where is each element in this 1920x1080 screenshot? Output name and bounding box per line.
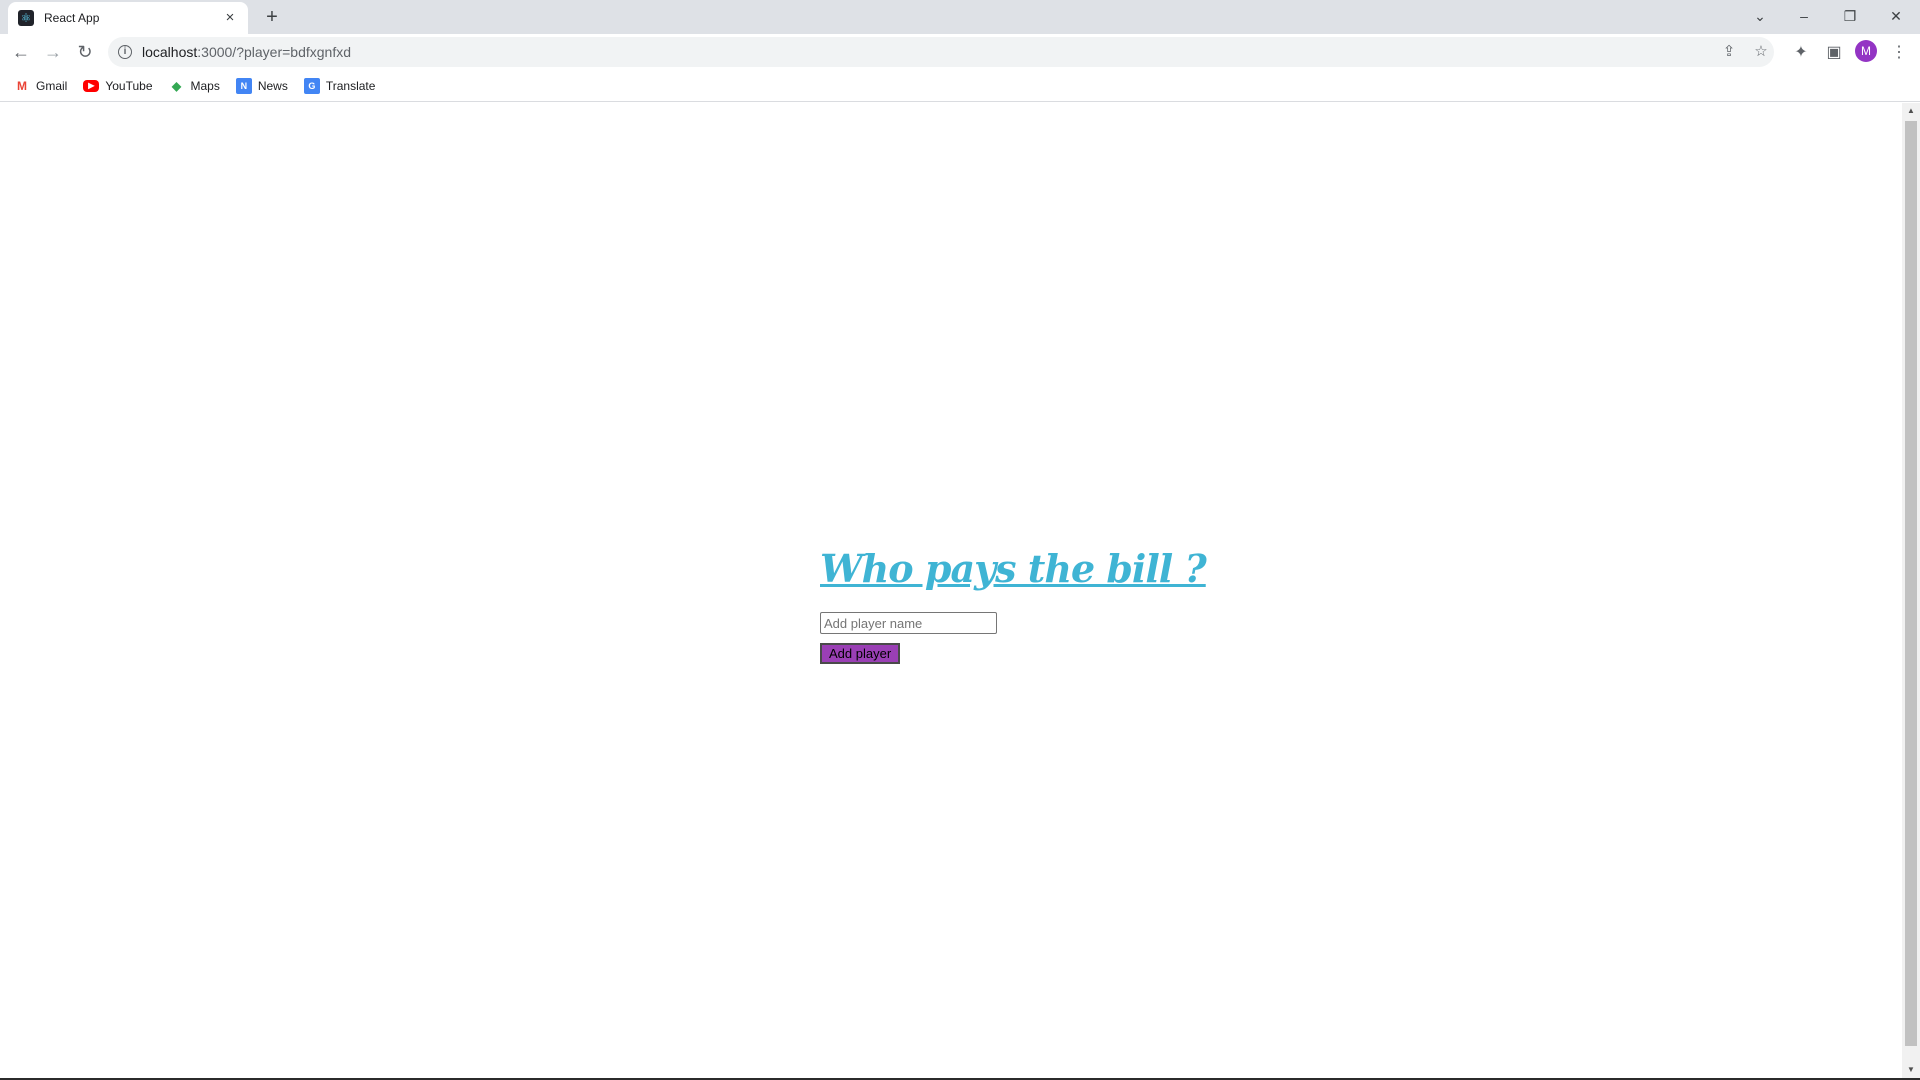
minimize-button[interactable]: –: [1784, 4, 1824, 28]
react-logo-icon: ⚛: [18, 10, 34, 26]
side-panel-icon[interactable]: ▣: [1823, 42, 1845, 64]
app-container: Who pays the bill ? Add player: [820, 546, 1207, 664]
address-bar[interactable]: i localhost:3000/?player=bdfxgnfxd ⇪ ☆: [108, 37, 1774, 67]
reload-button[interactable]: ↻: [72, 39, 98, 65]
bookmark-youtube[interactable]: ▶ YouTube: [83, 74, 153, 98]
window-close-button[interactable]: ✕: [1876, 4, 1916, 28]
extensions-icon[interactable]: ✦: [1790, 42, 1812, 64]
page-viewport: Who pays the bill ? Add player: [0, 103, 1902, 1080]
youtube-icon: ▶: [83, 79, 100, 92]
player-name-input[interactable]: [820, 612, 997, 634]
bookmark-label: Gmail: [36, 78, 68, 93]
menu-icon[interactable]: ⋮: [1888, 42, 1910, 64]
gmail-icon: M: [17, 78, 27, 93]
scroll-thumb[interactable]: [1905, 121, 1917, 1046]
restore-button[interactable]: ❐: [1830, 4, 1870, 28]
page-title: Who pays the bill ?: [820, 546, 1207, 591]
url-path: :3000/?player=bdfxgnfxd: [197, 44, 351, 60]
tab-search-icon[interactable]: ⌄: [1740, 4, 1780, 28]
bookmark-gmail[interactable]: M Gmail: [14, 74, 67, 98]
new-tab-button[interactable]: +: [260, 5, 284, 29]
site-info-icon[interactable]: i: [118, 45, 132, 59]
close-tab-icon[interactable]: ×: [222, 10, 238, 26]
profile-avatar[interactable]: M: [1855, 40, 1877, 62]
tab-strip: ⚛ React App × + ⌄ – ❐ ✕: [0, 0, 1920, 34]
bookmark-label: YouTube: [105, 78, 153, 93]
browser-toolbar: ← → ↻ i localhost:3000/?player=bdfxgnfxd…: [0, 34, 1920, 70]
bookmark-translate[interactable]: G Translate: [303, 74, 376, 98]
maps-icon: ◆: [171, 78, 182, 93]
bookmarks-bar: M Gmail ▶ YouTube ◆ Maps N News G Transl…: [0, 70, 1920, 102]
bookmark-label: News: [257, 78, 288, 93]
browser-tab[interactable]: ⚛ React App ×: [8, 2, 248, 34]
bookmark-label: Maps: [190, 78, 220, 93]
add-player-button[interactable]: Add player: [820, 643, 901, 664]
vertical-scrollbar[interactable]: ▲ ▼: [1902, 103, 1920, 1080]
url-text[interactable]: localhost:3000/?player=bdfxgnfxd: [142, 44, 351, 60]
bookmark-star-icon[interactable]: ☆: [1752, 43, 1770, 61]
news-icon: N: [235, 77, 252, 94]
scroll-down-arrow-icon[interactable]: ▼: [1905, 1065, 1917, 1075]
translate-icon: G: [303, 77, 320, 94]
bookmark-maps[interactable]: ◆ Maps: [169, 74, 220, 98]
forward-button[interactable]: →: [40, 39, 66, 65]
url-host: localhost: [142, 44, 198, 60]
bookmark-label: Translate: [325, 78, 376, 93]
bookmark-news[interactable]: N News: [235, 74, 288, 98]
scroll-up-arrow-icon[interactable]: ▲: [1905, 106, 1917, 116]
share-icon[interactable]: ⇪: [1720, 43, 1738, 61]
tab-title: React App: [44, 11, 100, 25]
back-button[interactable]: ←: [8, 39, 34, 65]
